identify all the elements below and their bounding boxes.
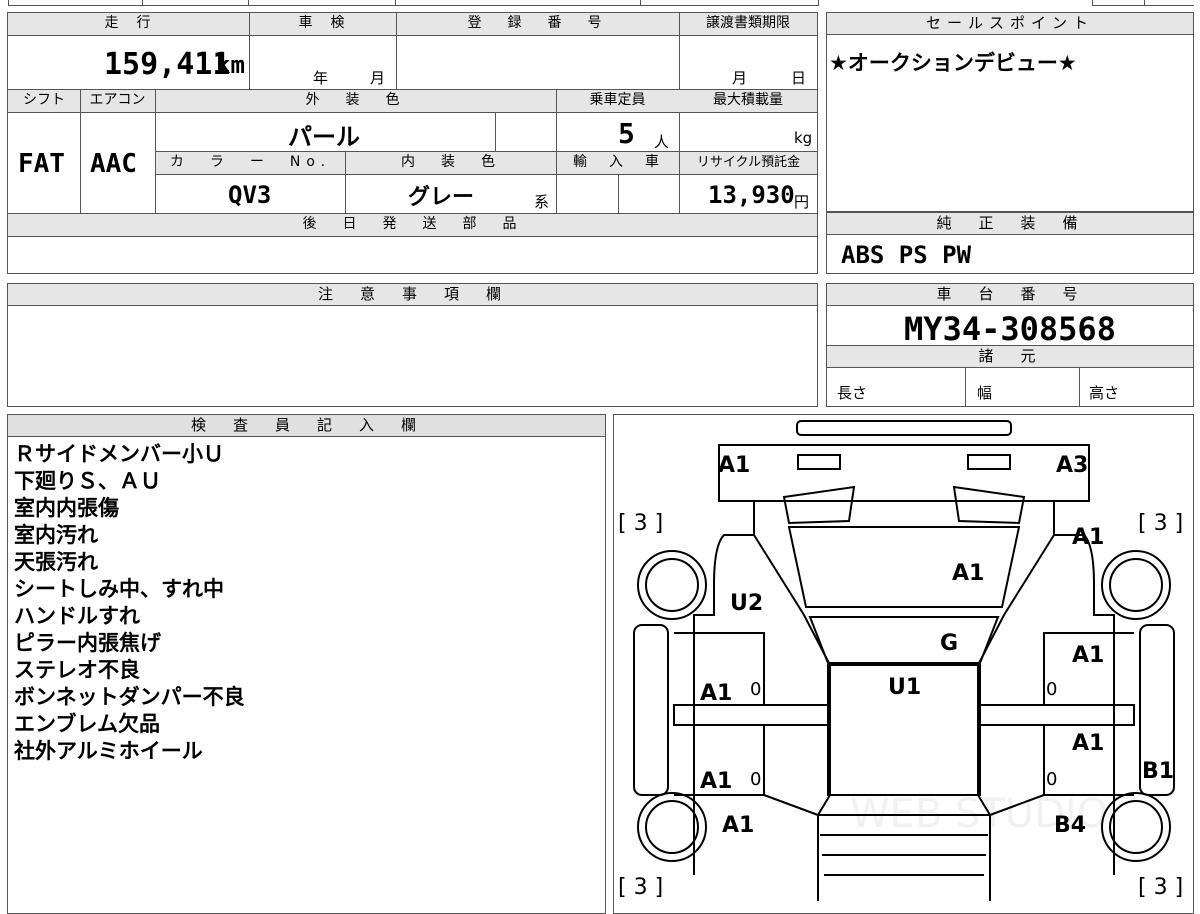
inspector-box: 検 査 員 記 入 欄 Ｒサイドメンバー小Ｕ 下廻りＳ、ＡＵ 室内内張傷 室内汚… xyxy=(7,414,606,914)
mark-left-front-fender: U2 xyxy=(730,591,764,616)
chassis-box: 車 台 番 号 MY34-308568 諸 元 長さ 幅 高さ xyxy=(826,283,1194,407)
exterior-color-header: 外 装 色 xyxy=(155,90,556,112)
mark-left-front-door: A1 xyxy=(700,681,733,706)
genuine-equipment-box: 純 正 装 備 ABS PS PW xyxy=(826,212,1194,274)
mark-right-rear-door: A1 xyxy=(1072,731,1105,756)
mark-left-rear-fender: A1 xyxy=(722,813,755,838)
capacity-unit: 人 xyxy=(654,133,670,151)
capacity-header: 乗車定員 xyxy=(556,90,679,112)
spec-height-label: 高さ xyxy=(1089,384,1120,402)
shaken-header: 車 検 xyxy=(249,13,396,35)
watermark: WEB STUDIO xyxy=(850,791,1109,837)
sales-point-header: セールスポイント xyxy=(827,13,1193,35)
mileage-header: 走 行 xyxy=(8,13,249,35)
aircon-header: エアコン xyxy=(80,90,155,112)
inspector-note: Ｒサイドメンバー小Ｕ xyxy=(14,442,224,466)
shift-header: シフト xyxy=(8,90,80,112)
recycle-fee-header: リサイクル預託金 xyxy=(680,152,817,174)
inspector-note: 社外アルミホイール xyxy=(14,739,203,763)
mark-zero-1: 0 xyxy=(750,679,762,700)
mark-right-rocker: B1 xyxy=(1142,759,1175,784)
mark-zero-2: 0 xyxy=(1046,679,1058,700)
inspector-note: ハンドルすれ xyxy=(14,604,140,628)
exterior-color-value: パール xyxy=(288,123,360,151)
mark-right-front-door: A1 xyxy=(1072,643,1105,668)
top-strip xyxy=(0,0,1200,8)
mark-windshield: G xyxy=(940,631,959,656)
inspector-header: 検 査 員 記 入 欄 xyxy=(8,415,605,437)
aircon-value: AAC xyxy=(90,149,137,179)
capacity-value: 5 xyxy=(618,117,635,150)
inspector-note: 室内内張傷 xyxy=(14,496,119,520)
mark-right-front-fender: A1 xyxy=(1072,525,1105,550)
sales-point-text: ★オークションデビュー★ xyxy=(829,51,1077,75)
mark-front-bumper-right: A3 xyxy=(1056,453,1089,478)
inspector-note: 室内汚れ xyxy=(14,523,98,547)
transfer-day-label: 日 xyxy=(791,69,807,87)
inspector-note: シートしみ中、すれ中 xyxy=(14,577,224,601)
color-no-value: QV3 xyxy=(228,181,272,209)
interior-color-value: グレー xyxy=(408,185,475,210)
mark-left-rear-door: A1 xyxy=(700,769,733,794)
inspector-notes-list: Ｒサイドメンバー小Ｕ 下廻りＳ、ＡＵ 室内内張傷 室内汚れ 天張汚れ シートしみ… xyxy=(14,441,245,765)
recycle-unit: 円 xyxy=(794,193,810,211)
tire-front-right: [ 3 ] xyxy=(1138,511,1184,536)
mark-hood: A1 xyxy=(952,561,985,586)
mileage-unit: km xyxy=(216,51,245,79)
main-info-table: 走 行 車 検 登 録 番 号 譲渡書類期限 159,411 km 年 月 月 … xyxy=(7,12,818,274)
inspector-note: ステレオ不良 xyxy=(14,658,140,682)
mark-front-bumper-left: A1 xyxy=(718,453,751,478)
shaken-year-label: 年 xyxy=(313,69,329,87)
shaken-month-label: 月 xyxy=(370,69,386,87)
specs-header: 諸 元 xyxy=(827,346,1193,368)
registration-header: 登 録 番 号 xyxy=(396,13,679,35)
inspector-note: ボンネットダンパー不良 xyxy=(14,685,245,709)
later-parts-header: 後 日 発 送 部 品 xyxy=(8,214,817,236)
transfer-month-label: 月 xyxy=(732,69,748,87)
interior-color-header: 内 装 色 xyxy=(346,152,556,174)
max-load-unit: kg xyxy=(794,129,813,147)
shift-value: FAT xyxy=(18,149,65,179)
mark-zero-4: 0 xyxy=(1046,769,1058,790)
mark-zero-3: 0 xyxy=(750,769,762,790)
interior-suffix: 系 xyxy=(534,193,550,211)
inspector-note: エンブレム欠品 xyxy=(14,712,160,736)
genuine-equipment-header: 純 正 装 備 xyxy=(827,213,1193,235)
chassis-number: MY34-308568 xyxy=(904,310,1116,348)
mark-roof: U1 xyxy=(888,675,922,700)
notes-header: 注 意 事 項 欄 xyxy=(8,284,817,306)
inspector-note: 下廻りＳ、ＡＵ xyxy=(14,469,161,493)
transfer-deadline-header: 譲渡書類期限 xyxy=(679,13,817,35)
tire-rear-left: [ 3 ] xyxy=(618,875,664,900)
chassis-header: 車 台 番 号 xyxy=(827,284,1193,306)
spec-width-label: 幅 xyxy=(977,384,993,402)
tire-front-left: [ 3 ] xyxy=(618,511,664,536)
inspector-note: 天張汚れ xyxy=(14,550,98,574)
notes-box: 注 意 事 項 欄 xyxy=(7,283,818,407)
inspector-note: ピラー内張焦げ xyxy=(14,631,161,655)
mileage-value: 159,411 xyxy=(104,47,231,82)
color-no-header: カ ラ ー No. xyxy=(156,152,345,174)
max-load-header: 最大積載量 xyxy=(679,90,817,112)
sales-point-box: セールスポイント ★オークションデビュー★ xyxy=(826,12,1194,212)
genuine-equipment-text: ABS PS PW xyxy=(841,241,972,269)
car-damage-diagram: [ 3 ] [ 3 ] [ 3 ] [ 3 ] A1 A3 A1 A1 U2 G… xyxy=(613,414,1194,914)
spec-length-label: 長さ xyxy=(837,384,868,402)
recycle-value: 13,930 xyxy=(708,181,795,209)
import-header: 輸 入 車 xyxy=(557,152,679,174)
tire-rear-right: [ 3 ] xyxy=(1138,875,1184,900)
